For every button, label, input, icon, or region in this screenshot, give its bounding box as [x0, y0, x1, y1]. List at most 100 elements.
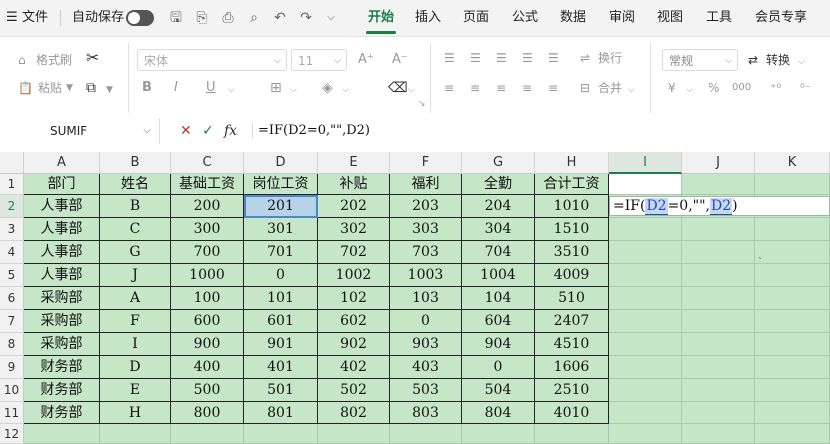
column-header-i[interactable]: I	[609, 152, 682, 174]
chevron-down-icon[interactable]: ⌵	[408, 81, 415, 99]
cell-b10[interactable]: E	[100, 379, 171, 402]
merge-icon[interactable]: ⊟	[580, 79, 590, 97]
distribute-icon[interactable]: ≡	[548, 79, 558, 97]
cell-f5[interactable]: 1003	[390, 264, 462, 287]
cell-b11[interactable]: H	[100, 402, 171, 424]
border-icon[interactable]: ⊞	[270, 79, 282, 97]
cell-c6[interactable]: 100	[171, 287, 244, 310]
cell-i4[interactable]	[609, 241, 682, 264]
select-all-corner[interactable]	[0, 152, 24, 174]
row-header-3[interactable]: 3	[0, 218, 24, 241]
cell-a4[interactable]: 人事部	[24, 241, 100, 264]
column-header-f[interactable]: F	[390, 152, 462, 174]
menu-icon[interactable]: ☰	[6, 0, 18, 36]
cell-h3[interactable]: 1510	[535, 218, 609, 241]
cell-f9[interactable]: 403	[390, 356, 462, 379]
wrap-icon[interactable]: ⇌	[580, 49, 590, 67]
percent-button[interactable]: %	[708, 79, 719, 97]
tab-view[interactable]: 视图	[657, 0, 683, 36]
column-header-h[interactable]: H	[535, 152, 609, 174]
align-left-icon[interactable]: ≡	[444, 79, 454, 97]
cell-j5[interactable]	[682, 264, 755, 287]
column-header-g[interactable]: G	[462, 152, 535, 174]
number-format-select[interactable]: 常规 ⌵	[662, 49, 738, 71]
cell-d1[interactable]: 岗位工资	[244, 174, 318, 195]
row-header-5[interactable]: 5	[0, 264, 24, 287]
fill-color-icon[interactable]: ◈	[322, 79, 333, 97]
cell-g4[interactable]: 704	[462, 241, 535, 264]
cell-e3[interactable]: 302	[318, 218, 390, 241]
cell-k11[interactable]	[755, 402, 830, 424]
cell-c3[interactable]: 300	[171, 218, 244, 241]
cell-k1[interactable]	[755, 174, 830, 195]
cell-b2[interactable]: B	[100, 195, 171, 218]
cell-e10[interactable]: 502	[318, 379, 390, 402]
cell-c8[interactable]: 900	[171, 333, 244, 356]
cell-k10[interactable]	[755, 379, 830, 402]
italic-button[interactable]: I	[174, 79, 178, 97]
cell-b12[interactable]	[100, 424, 171, 444]
font-name-select[interactable]: 宋体 ⌵	[137, 49, 287, 71]
copy-icon[interactable]: ⧉	[86, 79, 96, 97]
cell-k7[interactable]	[755, 310, 830, 333]
cell-f7[interactable]: 0	[390, 310, 462, 333]
cell-f8[interactable]: 903	[390, 333, 462, 356]
cell-k5[interactable]	[755, 264, 830, 287]
cell-g7[interactable]: 604	[462, 310, 535, 333]
cell-g1[interactable]: 全勤	[462, 174, 535, 195]
cell-i12[interactable]	[609, 424, 682, 444]
cell-c7[interactable]: 600	[171, 310, 244, 333]
cell-f10[interactable]: 503	[390, 379, 462, 402]
chevron-down-icon[interactable]: ⌵	[686, 81, 693, 99]
eraser-icon[interactable]: ⌫	[388, 79, 408, 97]
merge-label[interactable]: 合并	[598, 79, 622, 97]
cell-g12[interactable]	[462, 424, 535, 444]
tab-tools[interactable]: 工具	[706, 0, 732, 36]
redo-icon[interactable]: ↷	[297, 9, 315, 27]
cell-c9[interactable]: 400	[171, 356, 244, 379]
cell-e11[interactable]: 802	[318, 402, 390, 424]
cell-c12[interactable]	[171, 424, 244, 444]
cell-k9[interactable]	[755, 356, 830, 379]
format-painter-label[interactable]: 格式刷	[36, 51, 72, 69]
cell-a3[interactable]: 人事部	[24, 218, 100, 241]
cell-j6[interactable]	[682, 287, 755, 310]
chevron-down-icon[interactable]: ⌵	[290, 81, 297, 99]
cancel-icon[interactable]: ✕	[180, 118, 192, 144]
cell-a8[interactable]: 采购部	[24, 333, 100, 356]
cell-k8[interactable]	[755, 333, 830, 356]
cell-c11[interactable]: 800	[171, 402, 244, 424]
cell-b4[interactable]: G	[100, 241, 171, 264]
font-grow-icon[interactable]: A⁺	[358, 51, 374, 69]
align-top-icon[interactable]: ☰	[444, 49, 455, 67]
cell-a2[interactable]: 人事部	[24, 195, 100, 218]
cell-f6[interactable]: 103	[390, 287, 462, 310]
column-header-b[interactable]: B	[100, 152, 171, 174]
justify-icon[interactable]: ≡	[522, 79, 532, 97]
cell-b3[interactable]: C	[100, 218, 171, 241]
cell-b7[interactable]: F	[100, 310, 171, 333]
print-preview-icon[interactable]: ⌕	[245, 9, 263, 27]
cell-h9[interactable]: 1606	[535, 356, 609, 379]
cell-e1[interactable]: 补贴	[318, 174, 390, 195]
tab-insert[interactable]: 插入	[415, 0, 441, 36]
chevron-down-icon[interactable]: ⌵	[342, 81, 349, 99]
cell-e4[interactable]: 702	[318, 241, 390, 264]
cell-d10[interactable]: 501	[244, 379, 318, 402]
align-bottom-icon[interactable]: ☰	[496, 49, 507, 67]
cell-d2[interactable]: 201	[244, 195, 318, 218]
save-icon[interactable]: 🖫	[167, 9, 185, 27]
column-header-j[interactable]: J	[682, 152, 755, 174]
row-header-6[interactable]: 6	[0, 287, 24, 310]
cell-c5[interactable]: 1000	[171, 264, 244, 287]
chevron-down-icon[interactable]: ▼	[106, 81, 113, 99]
column-header-a[interactable]: A	[24, 152, 100, 174]
cell-b6[interactable]: A	[100, 287, 171, 310]
cell-d11[interactable]: 801	[244, 402, 318, 424]
cell-f11[interactable]: 803	[390, 402, 462, 424]
font-shrink-icon[interactable]: A⁻	[392, 51, 408, 69]
column-header-d[interactable]: D	[244, 152, 318, 174]
chevron-down-icon[interactable]: ⌵	[628, 81, 635, 99]
currency-icon[interactable]: ¥	[668, 79, 676, 97]
row-header-4[interactable]: 4	[0, 241, 24, 264]
